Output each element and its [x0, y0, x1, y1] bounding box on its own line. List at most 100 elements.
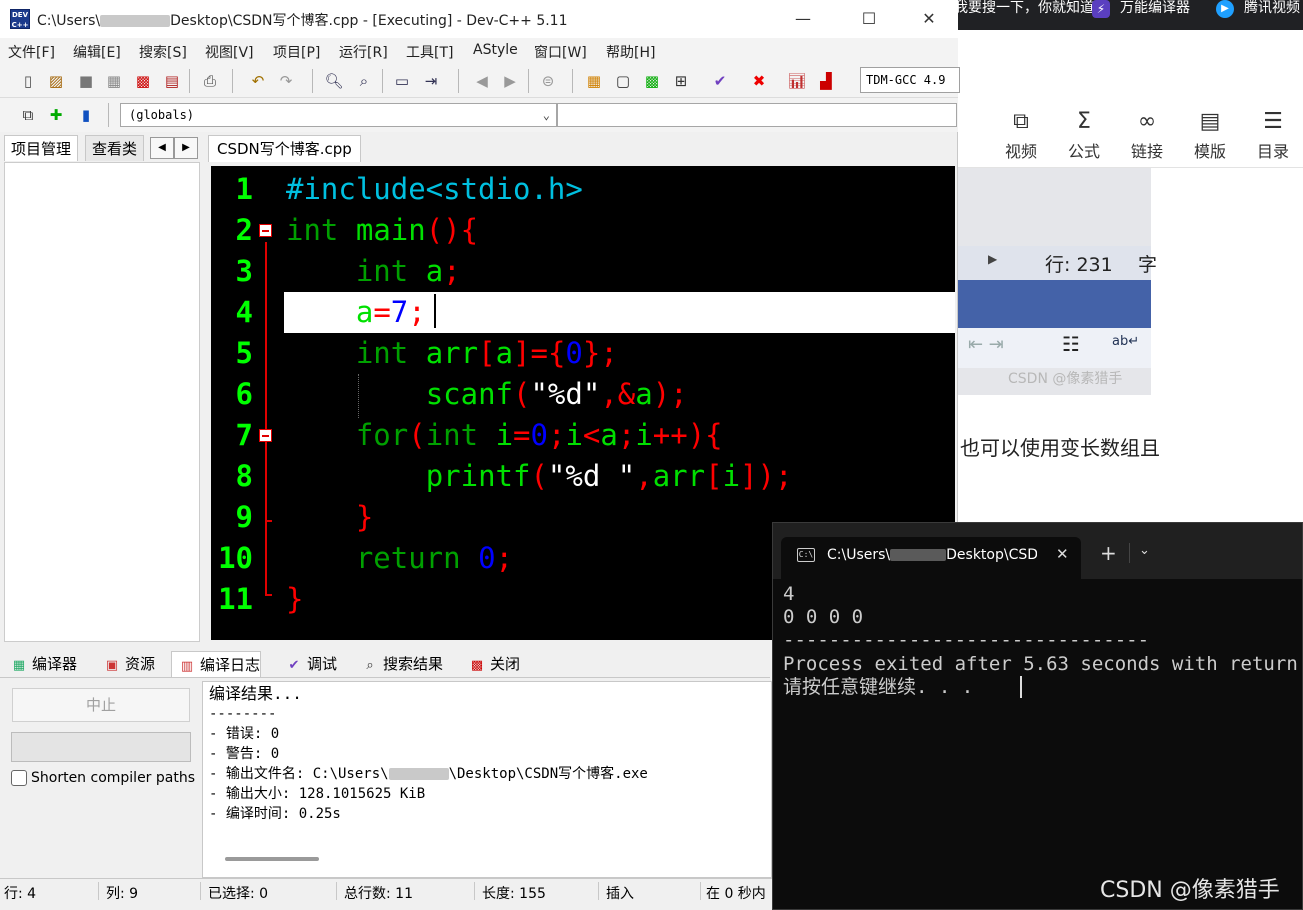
menu-run[interactable]: 运行[R]	[339, 42, 388, 62]
run-icon[interactable]: ▢	[611, 69, 635, 93]
left-panel: 项目管理 查看类 ◀ ▶	[0, 133, 204, 645]
new-tab-button[interactable]: +	[1100, 541, 1117, 565]
unindent-icon[interactable]: ◀	[470, 69, 494, 93]
minimize-button[interactable]: —	[780, 6, 826, 32]
undo-icon[interactable]: ↶	[246, 69, 270, 93]
tab-debug-label: 调试	[307, 655, 338, 673]
close-file-icon[interactable]: ▩	[131, 69, 155, 93]
close-icon[interactable]: ✕	[1056, 545, 1069, 563]
link-icon: ∞	[1137, 109, 1157, 134]
code-text: #include<stdio.h>	[286, 172, 583, 206]
compile-log: 编译结果... -------- - 错误: 0 - 警告: 0 - 输出文件名…	[202, 681, 772, 878]
class-toolbar: ⧉ ✚ ▮ (globals) ⌄	[0, 98, 958, 132]
menu-search[interactable]: 搜索[S]	[139, 42, 187, 62]
status-separator	[200, 882, 201, 900]
code-text: scanf("%d",&a);	[425, 377, 688, 411]
insert-icon[interactable]: ✚	[44, 103, 68, 127]
menu-window[interactable]: 窗口[W]	[534, 42, 587, 62]
image-indent-icon: ⇤ ⇥	[968, 334, 1004, 355]
rebuild-icon[interactable]: ⊞	[669, 69, 693, 93]
abort-button[interactable]: 中止	[12, 688, 190, 722]
image-status-text: 行: 231	[1045, 254, 1113, 276]
browser-tab-search[interactable]: 我要搜一下，你就知道	[954, 0, 1094, 30]
compile-run-icon[interactable]: ▩	[640, 69, 664, 93]
log-output-file: - 输出文件名: C:\Users\ \Desktop\CSDN写个博客.exe	[209, 764, 648, 784]
status-separator	[336, 882, 337, 900]
chevron-down-icon[interactable]: ⌄	[1139, 543, 1150, 558]
indent-icon[interactable]: ▶	[498, 69, 522, 93]
member-select[interactable]	[557, 103, 957, 127]
browser-tab-compiler[interactable]: 万能编译器	[1120, 0, 1190, 30]
toolbar-separator	[108, 103, 109, 127]
save-icon[interactable]: ■	[74, 69, 98, 93]
close-all-icon[interactable]: ▤	[160, 69, 184, 93]
play-icon: ▶	[1216, 0, 1234, 18]
tab-search-results-label: 搜索结果	[383, 655, 444, 673]
syntax-check-icon[interactable]: ✔	[708, 69, 732, 93]
find-icon[interactable]: 🔍︎	[322, 69, 346, 93]
tab-search-results[interactable]: ⌕ 搜索结果	[355, 651, 443, 677]
toolbar-video[interactable]: ⧉ 视频	[993, 108, 1049, 162]
terminal-tab[interactable]: C:\ C:\Users\ Desktop\CSD ✕	[781, 537, 1081, 579]
browser-tab-video[interactable]: 腾讯视频	[1244, 0, 1303, 30]
bottom-tab-bar: ▦ 编译器 ▣ 资源 ▥ 编译日志 ✔ 调试 ⌕ 搜索结果 ▩ 关闭	[0, 648, 770, 678]
menu-file[interactable]: 文件[F]	[8, 42, 55, 62]
tab-debug[interactable]: ✔ 调试	[279, 651, 337, 677]
toolbar-toc[interactable]: ☰ 目录	[1245, 108, 1301, 162]
main-toolbar: ▯ ▨ ■ ▦ ▩ ▤ ⎙ ↶ ↷ 🔍︎ ⌕ ▭ ⇥ ◀ ▶ ⊜ ▦ ▢ ▩ ⊞…	[0, 64, 960, 98]
toolbar-separator	[382, 69, 383, 93]
fold-collapse-icon[interactable]	[259, 224, 272, 237]
tab-close[interactable]: ▩ 关闭	[462, 651, 520, 677]
comment-icon[interactable]: ⊜	[536, 69, 560, 93]
log-compile-time: - 编译时间: 0.25s	[209, 806, 341, 822]
class-browser-icon[interactable]: ▮	[74, 103, 98, 127]
toolbar-formula[interactable]: Σ 公式	[1056, 108, 1112, 162]
menu-help[interactable]: 帮助[H]	[606, 42, 655, 62]
nav-next-icon[interactable]: ▶	[174, 137, 198, 159]
log-warnings: - 警告: 0	[209, 746, 280, 762]
line-number: 3	[235, 254, 253, 288]
open-file-icon[interactable]: ▨	[44, 69, 68, 93]
code-line: 1 #include<stdio.h>	[211, 169, 955, 210]
close-button[interactable]: ✕	[906, 6, 952, 32]
save-all-icon[interactable]: ▦	[102, 69, 126, 93]
redacted-username	[890, 548, 947, 562]
tab-compile-log[interactable]: ▥ 编译日志	[171, 651, 262, 677]
nav-prev-icon[interactable]: ◀	[150, 137, 174, 159]
new-file-icon[interactable]: ▯	[16, 69, 40, 93]
fold-collapse-icon[interactable]	[259, 429, 272, 442]
toolbar-link[interactable]: ∞ 链接	[1119, 108, 1175, 162]
toolbar-template[interactable]: ▤ 模版	[1182, 108, 1238, 162]
profile-icon[interactable]: 📊︎	[785, 69, 809, 93]
print-icon[interactable]: ⎙	[198, 69, 222, 93]
abort-compile-icon[interactable]: ✖	[747, 69, 771, 93]
tab-classes[interactable]: 查看类	[85, 135, 145, 161]
menu-edit[interactable]: 编辑[E]	[73, 42, 121, 62]
maximize-button[interactable]: ☐	[846, 6, 892, 32]
tab-resources[interactable]: ▣ 资源	[97, 651, 155, 677]
scope-select[interactable]: (globals) ⌄	[120, 103, 557, 127]
code-line: 5 int arr[a]={0};	[211, 333, 955, 374]
menu-view[interactable]: 视图[V]	[205, 42, 254, 62]
file-tab[interactable]: CSDN写个博客.cpp	[208, 135, 361, 162]
tab-project[interactable]: 项目管理	[4, 135, 79, 161]
log-scrollbar[interactable]	[225, 857, 319, 861]
replace-icon[interactable]: ⌕	[352, 69, 376, 93]
line-number: 7	[235, 418, 253, 452]
goto-line-icon[interactable]: ▭	[390, 69, 414, 93]
chart-icon: ▥	[180, 659, 194, 674]
tab-compiler[interactable]: ▦ 编译器	[4, 651, 77, 677]
terminal-line: 4	[783, 583, 795, 605]
toolbar-formula-label: 公式	[1067, 142, 1100, 161]
menu-astyle[interactable]: AStyle	[473, 42, 518, 58]
redo-icon[interactable]: ↷	[274, 69, 298, 93]
toggle-bookmark-icon[interactable]: ⇥	[419, 69, 443, 93]
menu-tools[interactable]: 工具[T]	[406, 42, 453, 62]
menu-project[interactable]: 项目[P]	[273, 42, 320, 62]
delete-profile-icon[interactable]: ▟	[814, 69, 838, 93]
compiler-select[interactable]: TDM-GCC 4.9	[860, 67, 960, 93]
new-class-icon[interactable]: ⧉	[16, 103, 40, 127]
title-separator	[1129, 543, 1130, 563]
compile-icon[interactable]: ▦	[582, 69, 606, 93]
shorten-paths-checkbox[interactable]	[11, 770, 27, 786]
